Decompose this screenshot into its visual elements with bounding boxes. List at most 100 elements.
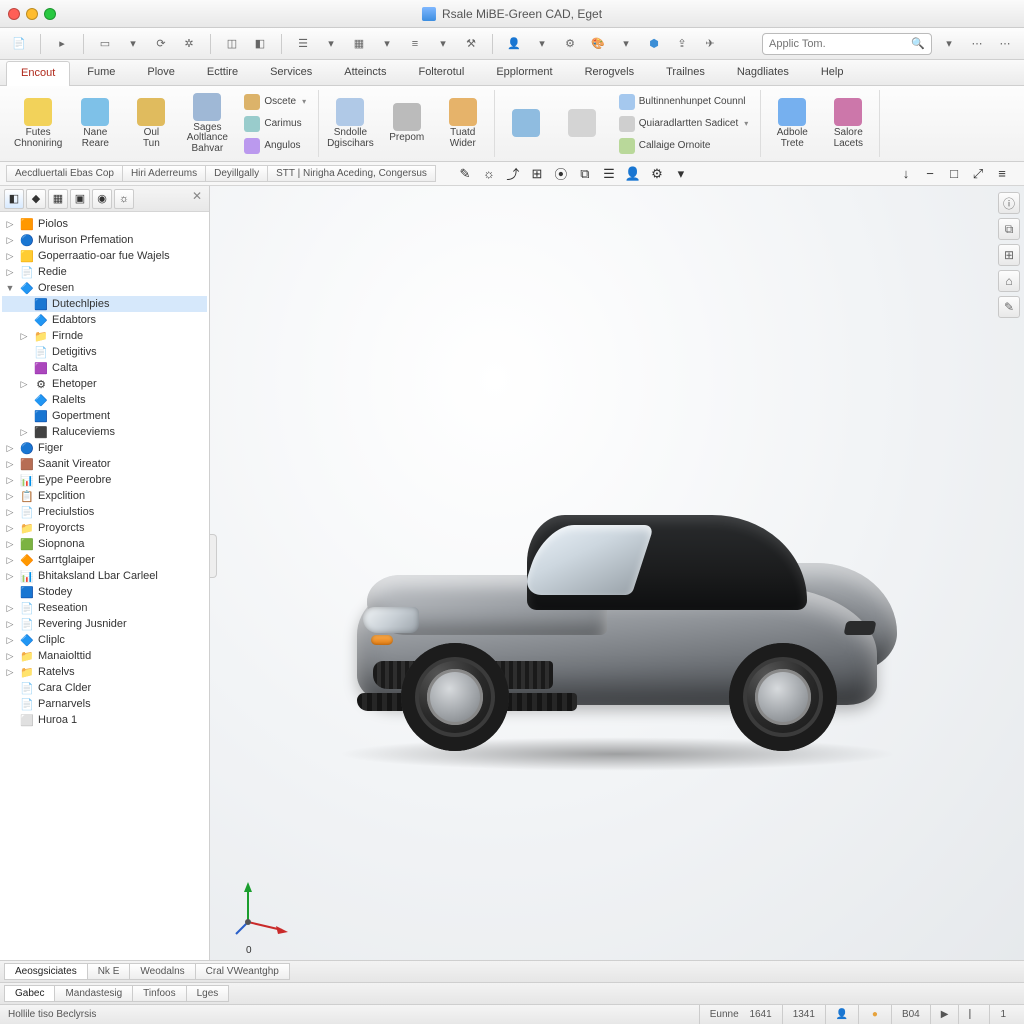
viewport-tool-button[interactable]: ⧉ [575,164,595,184]
tree-twist-icon[interactable]: ▷ [4,603,16,614]
tool-button[interactable]: ⚒ [460,33,482,55]
viewport-tool-button[interactable]: ⦿ [551,164,571,184]
minimize-window-icon[interactable] [26,8,38,20]
tree-item[interactable]: ▷🟧Piolos [2,216,207,232]
viewport-right-button[interactable]: − [920,164,940,184]
dropdown-icon[interactable]: ▾ [432,33,454,55]
tree-item[interactable]: ▷🟩Siopnona [2,536,207,552]
tree-item[interactable]: ▷🟨Goperraatio-oar fue Wajels [2,248,207,264]
tree-item[interactable]: ▷📁Ratelvs [2,664,207,680]
menu-tab-epplorment[interactable]: Epplorment [481,60,567,85]
tree-item[interactable]: ▷📄Revering Jusnider [2,616,207,632]
ribbon-small-button[interactable]: Callaige Ornoite [615,136,753,156]
dropdown-icon[interactable]: ▾ [320,33,342,55]
dropdown-icon[interactable]: ▾ [122,33,144,55]
bottom-tab[interactable]: Aeosgsiciates [4,963,88,980]
bottom-tab[interactable]: Weodalns [129,963,195,980]
viewport-tool-button[interactable]: ☼ [479,164,499,184]
tree-twist-icon[interactable]: ▼ [4,283,16,293]
search-icon[interactable]: 🔍 [911,37,925,50]
3d-viewport[interactable]: ⓘ⧉⊞⌂✎ [210,186,1024,960]
status-icon-b[interactable]: ● [858,1005,891,1024]
right-rail-button[interactable]: ⌂ [998,270,1020,292]
menu-tab-fume[interactable]: Fume [72,60,130,85]
ribbon-small-button[interactable]: Angulos [240,136,310,156]
tree-item[interactable]: ▷📄Reseation [2,600,207,616]
overflow-button[interactable]: ⋯ [966,33,988,55]
grid-button[interactable]: ▦ [348,33,370,55]
zoom-window-icon[interactable] [44,8,56,20]
ribbon-button[interactable]: OulTun [128,98,174,149]
tree-twist-icon[interactable]: ▷ [4,251,16,262]
tree-item[interactable]: 🔷Edabtors [2,312,207,328]
ribbon-button[interactable]: NaneReare [72,98,118,149]
splitter-handle[interactable] [210,534,217,578]
tree-item[interactable]: ▼🔷Oresen [2,280,207,296]
status-icon-a[interactable]: 👤 [825,1005,858,1024]
settings-icon[interactable]: ✲ [178,33,200,55]
user-button[interactable]: 👤 [503,33,525,55]
tree-twist-icon[interactable]: ▷ [18,379,30,390]
tree-item[interactable]: ▷⬛Raluceviems [2,424,207,440]
tree-item[interactable]: 🟦Stodey [2,584,207,600]
right-rail-button[interactable]: ⧉ [998,218,1020,240]
tree-item[interactable]: 🟦Dutechlpies [2,296,207,312]
cube-button[interactable]: ⬢ [643,33,665,55]
ribbon-button[interactable]: Prepom [384,103,430,144]
tree-item[interactable]: 📄Detigitivs [2,344,207,360]
viewport-tool-button[interactable]: ☰ [599,164,619,184]
viewport-right-button[interactable]: ↓ [896,164,916,184]
breadcrumb-item[interactable]: STT | Nirigha Aceding, Congersus [267,165,436,182]
align-button[interactable]: ≡ [404,33,426,55]
viewport-tool-button[interactable]: ▾ [671,164,691,184]
tree-item[interactable]: 🟦Gopertment [2,408,207,424]
tree-twist-icon[interactable]: ▷ [4,571,16,582]
bottom-tab[interactable]: Cral VWeantghp [195,963,290,980]
search-box[interactable]: 🔍 [762,33,932,55]
menu-tab-encout[interactable]: Encout [6,61,70,86]
sidebar-tab[interactable]: ◆ [26,189,46,209]
viewport-tool-button[interactable]: 👤 [623,164,643,184]
tree-twist-icon[interactable]: ▷ [4,507,16,518]
menu-tab-trailnes[interactable]: Trailnes [651,60,720,85]
send-button[interactable]: ✈ [699,33,721,55]
ribbon-button[interactable]: SagesAoltlanceBahvar [184,93,230,155]
tree-twist-icon[interactable]: ▷ [4,555,16,566]
ribbon-small-button[interactable]: Carimus [240,114,310,134]
tree-twist-icon[interactable]: ▷ [4,219,16,230]
tree-item[interactable]: ▷📁Firnde [2,328,207,344]
tree-item[interactable]: ▷🔶Sarrtglaiper [2,552,207,568]
tree-item[interactable]: 📄Cara Clder [2,680,207,696]
tree-twist-icon[interactable]: ▷ [4,619,16,630]
right-rail-button[interactable]: ⊞ [998,244,1020,266]
tree-twist-icon[interactable]: ▷ [4,667,16,678]
menu-tab-help[interactable]: Help [806,60,859,85]
tree-twist-icon[interactable]: ▷ [4,539,16,550]
sidebar-tab[interactable]: ◉ [92,189,112,209]
tree-item[interactable]: ▷📄Redie [2,264,207,280]
tree-twist-icon[interactable]: ▷ [4,235,16,246]
ribbon-button[interactable]: TuatdWider [440,98,486,149]
tree-item[interactable]: ▷📊Bhitaksland Lbar Carleel [2,568,207,584]
ribbon-button[interactable]: AdboleTrete [769,98,815,149]
dropdown-icon[interactable]: ▾ [615,33,637,55]
viewport-tool-button[interactable]: ⊞ [527,164,547,184]
close-icon[interactable]: ✕ [189,188,205,204]
panel-button[interactable]: ◫ [221,33,243,55]
menu-tab-atteincts[interactable]: Atteincts [329,60,401,85]
ribbon-small-button[interactable]: Quiaradlartten Sadicet▾ [615,114,753,134]
close-window-icon[interactable] [8,8,20,20]
viewport-right-button[interactable]: □ [944,164,964,184]
gear-icon[interactable]: ⚙ [559,33,581,55]
ribbon-small-button[interactable]: Bultinnenhunpet Counnl [615,92,753,112]
sidebar-tab[interactable]: ▦ [48,189,68,209]
tree-item[interactable]: 📄Parnarvels [2,696,207,712]
tree-twist-icon[interactable]: ▷ [4,443,16,454]
refresh-button[interactable]: ⟳ [150,33,172,55]
list-button[interactable]: ☰ [292,33,314,55]
tree-twist-icon[interactable]: ▷ [4,491,16,502]
search-input[interactable] [769,38,911,50]
new-file-button[interactable]: 📄 [8,33,30,55]
tree-item[interactable]: ▷⚙Ehetoper [2,376,207,392]
nav-back-button[interactable]: ▸ [51,33,73,55]
